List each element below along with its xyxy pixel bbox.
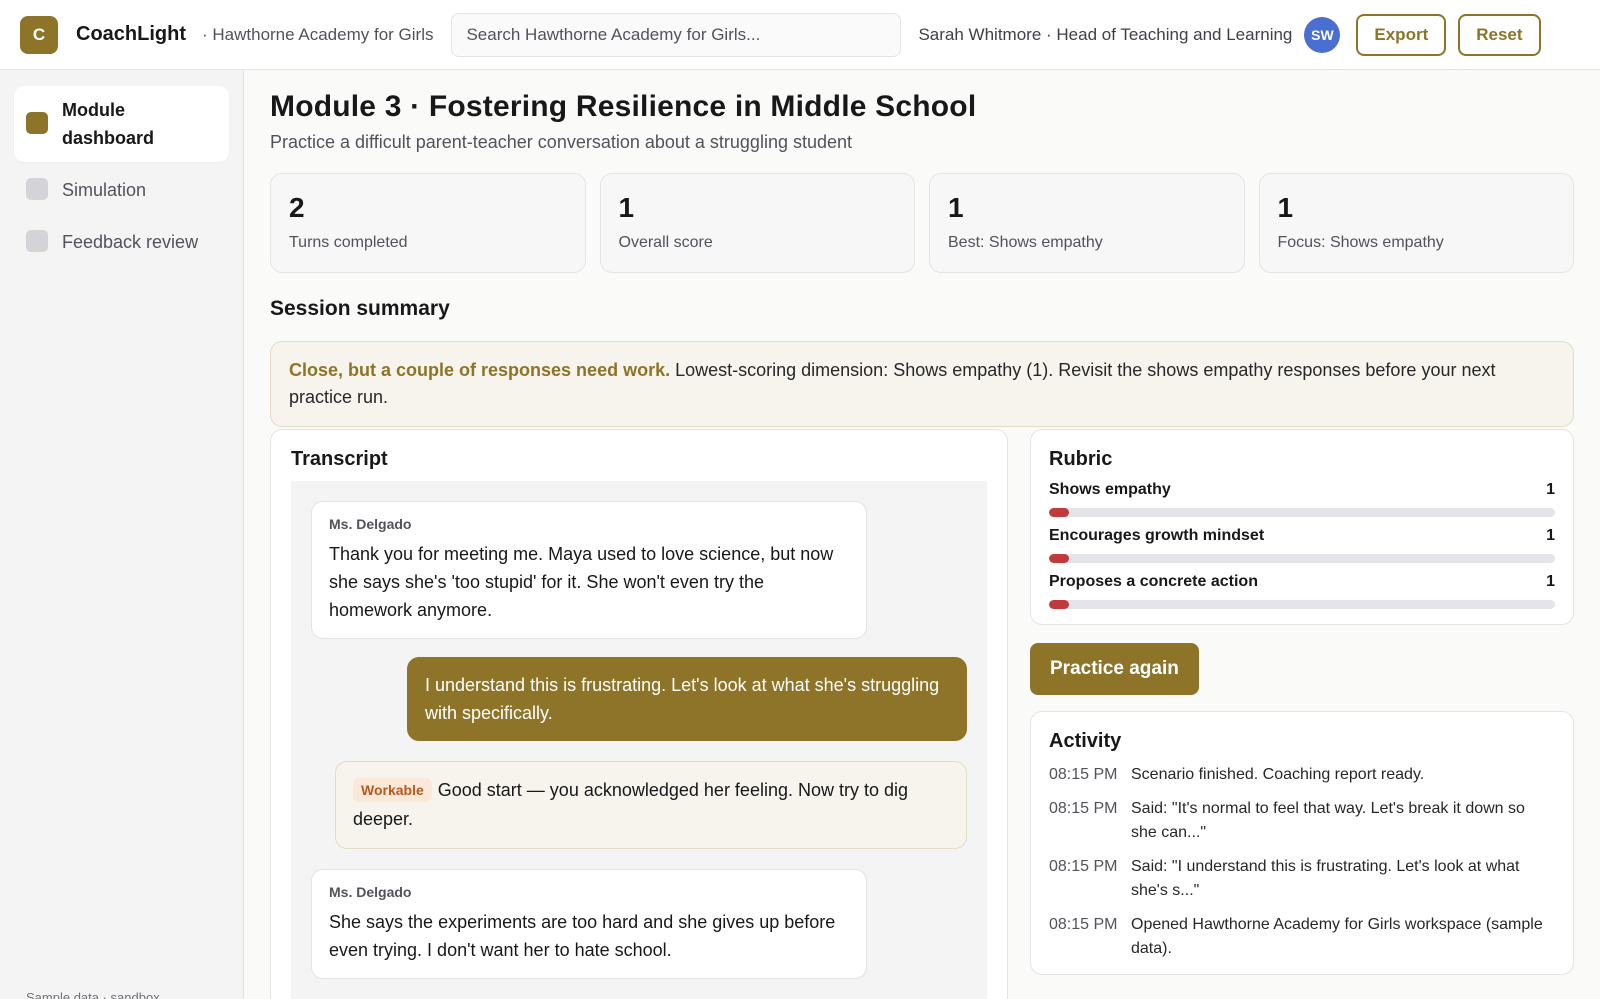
page-subtitle: Practice a difficult parent-teacher conv…: [270, 132, 853, 152]
rubric-dimension: Encourages growth mindset: [1049, 527, 1265, 544]
transcript-panel: Transcript Ms. Delgado Thank you for mee…: [270, 429, 1008, 999]
activity-time: 08:15 PM: [1049, 766, 1118, 783]
activity-item: 08:15 PM Opened Hawthorne Academy for Gi…: [1049, 913, 1555, 961]
stat-label: Turns completed: [289, 234, 408, 251]
rubric-bar: [1049, 508, 1555, 517]
app-name: CoachLight: [76, 23, 186, 45]
rubric-bar: [1049, 600, 1555, 609]
activity-time: 08:15 PM: [1049, 800, 1118, 817]
sidebar-item-label: Feedback review: [62, 232, 199, 252]
rubric-bar-fill: [1049, 600, 1070, 609]
rubric-dimension: Shows empathy: [1049, 481, 1171, 498]
activity-time: 08:15 PM: [1049, 858, 1118, 875]
stat-overall-score: 1 Overall score: [599, 173, 915, 273]
message-incoming: Ms. Delgado She says the experiments are…: [311, 869, 867, 979]
stat-value: 1: [948, 192, 964, 223]
search-input[interactable]: [451, 12, 902, 57]
rubric-row: Encourages growth mindset 1: [1049, 527, 1555, 563]
rubric-bar-fill: [1049, 508, 1070, 517]
rubric-title: Rubric: [1049, 448, 1113, 470]
session-summary: Close, but a couple of responses need wo…: [270, 341, 1574, 427]
activity-item: 08:15 PM Scenario finished. Coaching rep…: [1049, 763, 1555, 787]
right-column: Rubric Shows empathy 1 Encourages growth …: [1030, 429, 1574, 975]
rubric-dimension: Proposes a concrete action: [1049, 573, 1258, 590]
rubric-score: 1: [1546, 573, 1555, 590]
activity-text: Opened Hawthorne Academy for Girls works…: [1131, 916, 1543, 957]
message-outgoing: I understand this is frustrating. Let's …: [407, 657, 967, 741]
page-title: Module 3 · Fostering Resilience in Middl…: [270, 90, 977, 123]
rubric-row: Shows empathy 1: [1049, 481, 1555, 517]
feedback-note: Workable Good start — you acknowledged he…: [335, 761, 967, 849]
stat-best: 1 Best: Shows empathy: [929, 173, 1245, 273]
rubric-row: Proposes a concrete action 1: [1049, 573, 1555, 609]
stat-focus: 1 Focus: Shows empathy: [1258, 173, 1574, 273]
rubric-panel: Rubric Shows empathy 1 Encourages growth …: [1030, 429, 1574, 625]
export-button[interactable]: Export: [1356, 13, 1447, 56]
activity-time: 08:15 PM: [1049, 916, 1118, 933]
stats-row: 2 Turns completed 1 Overall score 1 Best…: [270, 173, 1574, 273]
avatar[interactable]: SW: [1304, 16, 1341, 53]
sidebar: Module dashboard Simulation Feedback rev…: [0, 70, 244, 999]
stat-value: 2: [289, 192, 305, 223]
main-content: Module 3 · Fostering Resilience in Middl…: [270, 70, 1574, 999]
stat-turns-completed: 2 Turns completed: [270, 173, 586, 273]
message-incoming: Ms. Delgado Thank you for meeting me. Ma…: [311, 501, 867, 639]
message-text: Thank you for meeting me. Maya used to l…: [329, 544, 834, 620]
activity-item: 08:15 PM Said: "It's normal to feel that…: [1049, 797, 1555, 845]
sidebar-item-simulation[interactable]: Simulation: [14, 166, 229, 214]
message-text: She says the experiments are too hard an…: [329, 912, 836, 960]
message-speaker: Ms. Delgado: [329, 884, 412, 900]
stat-label: Focus: Shows empathy: [1277, 234, 1444, 251]
activity-title: Activity: [1049, 730, 1122, 752]
transcript-title: Transcript: [291, 448, 388, 470]
session-summary-title: Session summary: [270, 297, 450, 320]
sidebar-item-label: Simulation: [62, 180, 147, 200]
stat-label: Overall score: [618, 234, 713, 251]
transcript-scroll-area[interactable]: Ms. Delgado Thank you for meeting me. Ma…: [291, 481, 987, 999]
feedback-badge: Workable: [353, 778, 432, 802]
activity-text: Said: "It's normal to feel that way. Let…: [1131, 800, 1525, 841]
simulation-icon: [26, 178, 48, 200]
panels: Transcript Ms. Delgado Thank you for mee…: [270, 429, 1574, 999]
stat-label: Best: Shows empathy: [948, 234, 1103, 251]
reset-button[interactable]: Reset: [1458, 13, 1541, 56]
activity-text: Said: "I understand this is frustrating.…: [1131, 858, 1520, 899]
feedback-review-icon: [26, 230, 48, 252]
sidebar-item-label: Module dashboard: [62, 100, 155, 148]
practice-again-button[interactable]: Practice again: [1030, 643, 1199, 695]
sidebar-item-feedback-review[interactable]: Feedback review: [14, 218, 229, 266]
message-speaker: Ms. Delgado: [329, 516, 412, 532]
stat-value: 1: [618, 192, 635, 223]
rubric-score: 1: [1546, 527, 1555, 544]
app-logo[interactable]: C: [20, 15, 58, 54]
activity-panel: Activity 08:15 PM Scenario finished. Coa…: [1030, 711, 1574, 975]
org-name: · Hawthorne Academy for Girls: [202, 24, 434, 44]
user-name: Sarah Whitmore · Head of Teaching and Le…: [918, 24, 1293, 44]
rubric-bar-fill: [1049, 554, 1070, 563]
feedback-text: Good start — you acknowledged her feelin…: [353, 780, 909, 829]
activity-item: 08:15 PM Said: "I understand this is fru…: [1049, 855, 1555, 903]
rubric-bar: [1049, 554, 1555, 563]
sidebar-item-module-dashboard[interactable]: Module dashboard: [14, 86, 229, 162]
sidebar-footer: Sample data · sandbox: [26, 990, 160, 999]
activity-text: Scenario finished. Coaching report ready…: [1131, 766, 1425, 783]
top-bar: C CoachLight · Hawthorne Academy for Gir…: [0, 0, 1600, 70]
module-dashboard-icon: [26, 112, 48, 134]
summary-headline: Close, but a couple of responses need wo…: [289, 360, 671, 380]
rubric-score: 1: [1546, 481, 1555, 498]
stat-value: 1: [1277, 192, 1294, 223]
